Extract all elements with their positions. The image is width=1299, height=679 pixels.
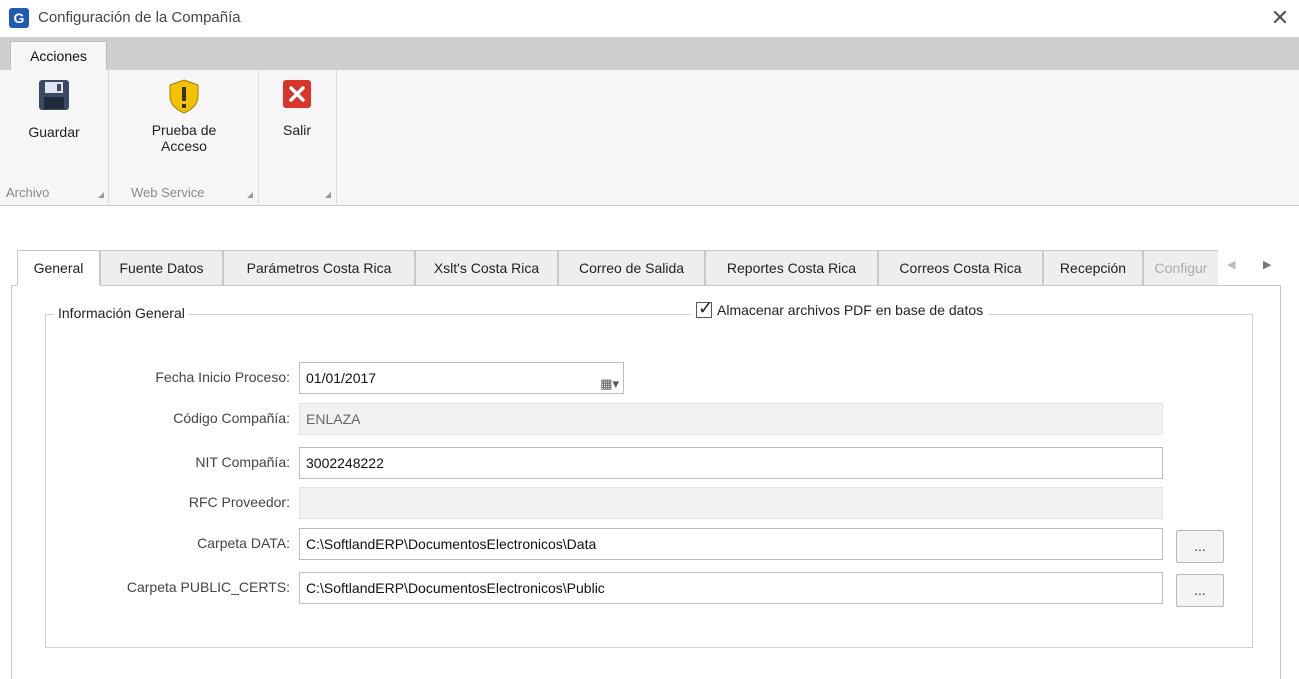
browse-certs-button[interactable]: ...: [1176, 574, 1224, 607]
carpeta-public-certs-label: Carpeta PUBLIC_CERTS:: [126, 579, 290, 595]
store-pdf-checkbox[interactable]: Almacenar archivos PDF en base de datos: [690, 298, 990, 319]
browse-data-button[interactable]: ...: [1176, 530, 1224, 563]
fecha-inicio-field[interactable]: 01/01/2017 ▦▾: [299, 362, 624, 394]
codigo-compania-label: Código Compañía:: [173, 410, 290, 426]
title-bar: G Configuración de la Compañía ✕: [0, 0, 1299, 37]
tab-configuracion[interactable]: Configur: [1143, 250, 1218, 285]
shield-warning-icon: [169, 79, 199, 114]
tab-correos-costa-rica[interactable]: Correos Costa Rica: [878, 250, 1043, 285]
checkbox-checked-icon[interactable]: [696, 298, 713, 319]
fecha-inicio-label: Fecha Inicio Proceso:: [155, 369, 290, 385]
tab-correo-de-salida[interactable]: Correo de Salida: [558, 250, 705, 285]
test-access-label-line1: Prueba de: [151, 122, 217, 138]
tab-xslts-costa-rica[interactable]: Xslt's Costa Rica: [415, 250, 558, 285]
tab-fuente-datos[interactable]: Fuente Datos: [100, 250, 223, 285]
spacer: [0, 206, 1299, 250]
carpeta-public-certs-field[interactable]: C:\SoftlandERP\DocumentosElectronicos\Pu…: [299, 572, 1163, 604]
save-icon: [39, 80, 69, 110]
close-icon[interactable]: ✕: [1266, 4, 1294, 32]
test-access-button[interactable]: Prueba de Acceso: [129, 78, 239, 154]
nit-compania-field[interactable]: 3002248222: [299, 447, 1163, 479]
ribbon: Guardar Archivo Prueba de Acceso Web Ser…: [0, 70, 1299, 206]
ribbon-tab-bar: Acciones: [0, 37, 1299, 71]
tab-scroll-right-icon[interactable]: ▶: [1263, 258, 1271, 271]
ribbon-group-web-service: Prueba de Acceso Web Service: [109, 70, 259, 206]
test-access-label-line2: Acceso: [161, 138, 207, 154]
group-label-web-service: Web Service: [131, 185, 205, 200]
app-logo-icon: G: [9, 8, 29, 28]
exit-button[interactable]: Salir: [269, 78, 325, 138]
window-title: Configuración de la Compañía: [38, 9, 241, 26]
group-launcher-icon[interactable]: [246, 191, 254, 199]
tab-parametros-costa-rica[interactable]: Parámetros Costa Rica: [223, 250, 415, 285]
nit-compania-label: NIT Compañía:: [195, 454, 290, 470]
tab-scroll-left-icon[interactable]: ◀: [1227, 258, 1235, 271]
groupbox-title: Información General: [54, 305, 189, 321]
codigo-compania-field: ENLAZA: [299, 403, 1163, 435]
tab-general[interactable]: General: [17, 250, 100, 286]
ribbon-group-archivo: Guardar Archivo: [0, 70, 109, 206]
tab-reportes-costa-rica[interactable]: Reportes Costa Rica: [705, 250, 878, 285]
calendar-dropdown-icon[interactable]: ▦▾: [600, 369, 619, 399]
group-launcher-icon[interactable]: [324, 191, 332, 199]
rfc-proveedor-field: [299, 487, 1163, 519]
group-launcher-icon[interactable]: [97, 191, 105, 199]
tab-recepcion[interactable]: Recepción: [1043, 250, 1143, 285]
save-label: Guardar: [28, 124, 80, 140]
save-button[interactable]: Guardar: [16, 78, 92, 140]
ribbon-tab-acciones[interactable]: Acciones: [10, 41, 107, 71]
carpeta-data-label: Carpeta DATA:: [197, 535, 290, 551]
fecha-inicio-value: 01/01/2017: [306, 370, 377, 386]
rfc-proveedor-label: RFC Proveedor:: [188, 494, 290, 510]
exit-icon: [283, 80, 311, 108]
store-pdf-label: Almacenar archivos PDF en base de datos: [717, 302, 984, 318]
exit-label: Salir: [282, 122, 311, 138]
carpeta-data-field[interactable]: C:\SoftlandERP\DocumentosElectronicos\Da…: [299, 528, 1163, 560]
ribbon-group-salir: Salir: [259, 70, 337, 206]
group-label-archivo: Archivo: [6, 185, 50, 200]
